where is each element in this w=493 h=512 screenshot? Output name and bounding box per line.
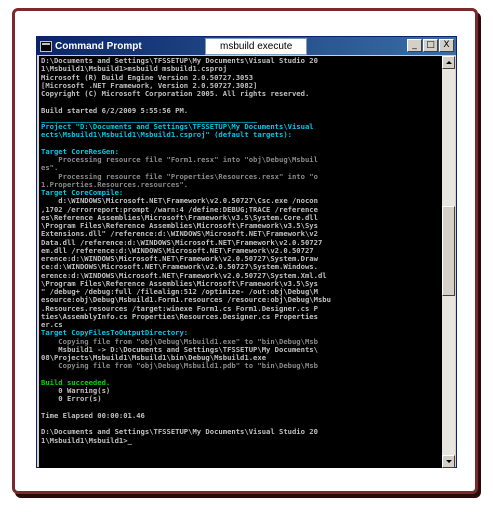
maximize-button[interactable]: □ <box>423 39 438 52</box>
console-line: ects\Msbuild1\Msbuild1\Msbuild1.csproj" … <box>41 130 292 140</box>
console-line: Processing resource file "Form1.resx" in… <box>41 155 318 164</box>
console-line: Copyright (C) Microsoft Corporation 2005… <box>41 89 310 98</box>
console-line: 1\Msbuild1\Msbuild1>_ <box>41 435 132 445</box>
console-line: ties\AssemblyInfo.cs Properties\Resource… <box>41 311 318 321</box>
console-text: D:\Documents and Settings\TFSSETUP\My Do… <box>39 56 443 445</box>
console-line: Time Elapsed 00:00:01.46 <box>41 410 145 420</box>
window-title: Command Prompt <box>55 40 142 52</box>
console-output[interactable]: D:\Documents and Settings\TFSSETUP\My Do… <box>39 56 443 468</box>
arrow-down-icon <box>446 460 452 463</box>
tooltip-label: msbuild execute <box>205 38 308 55</box>
scroll-down-button[interactable] <box>442 455 455 468</box>
title-bar[interactable]: Command Prompt msbuild execute _ □ X <box>37 37 456 55</box>
command-prompt-window: Command Prompt msbuild execute _ □ X D:\… <box>36 36 457 468</box>
vertical-scrollbar[interactable] <box>442 56 455 468</box>
scroll-up-button[interactable] <box>442 56 455 69</box>
scroll-thumb[interactable] <box>442 206 455 296</box>
arrow-up-icon <box>446 61 452 64</box>
window-controls: _ □ X <box>407 39 454 52</box>
minimize-button[interactable]: _ <box>407 39 422 52</box>
console-line: Copying file from "obj\Debug\Msbuild1.pd… <box>41 361 318 371</box>
console-line: 0 Error(s) <box>41 394 102 404</box>
close-button[interactable]: X <box>439 39 454 52</box>
console-icon <box>40 40 52 52</box>
